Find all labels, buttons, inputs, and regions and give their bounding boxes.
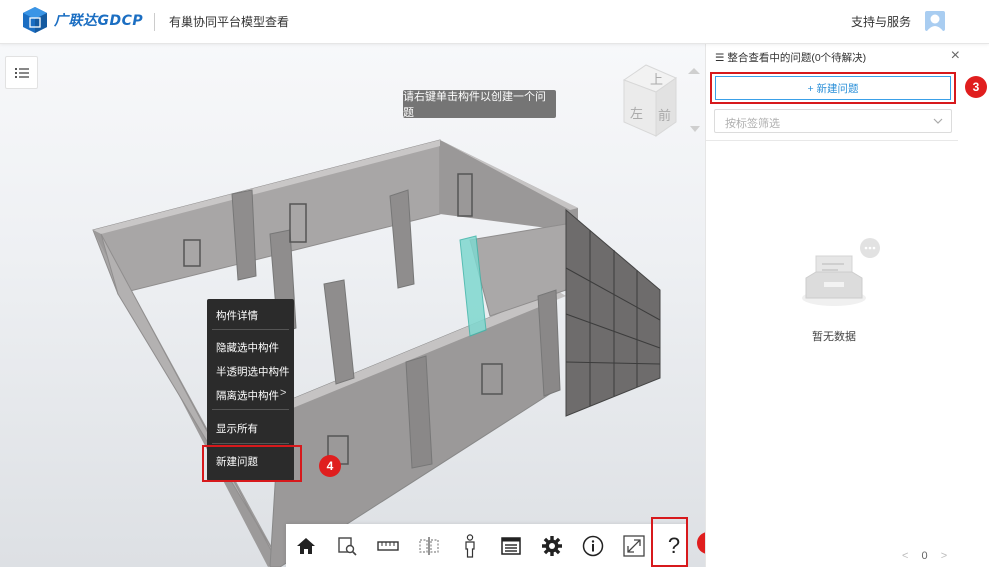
cube-face-front: 前: [658, 108, 671, 124]
pagination: < 0 >: [902, 550, 947, 562]
current-page: 0: [921, 550, 928, 562]
step-badge-3: 3: [965, 76, 987, 98]
settings-button[interactable]: [538, 532, 566, 560]
fullscreen-button[interactable]: [620, 532, 648, 560]
empty-state-text: 暂无数据: [812, 331, 856, 343]
panel-title: ☰ 整合查看中的问题(0个待解决): [715, 52, 867, 64]
highlight-box-new-issue-menu: [202, 445, 302, 482]
measure-icon: [377, 541, 399, 551]
prev-page-button[interactable]: <: [902, 550, 908, 562]
menu-divider: [212, 409, 289, 410]
building-model[interactable]: [0, 44, 705, 567]
section-button[interactable]: [415, 532, 443, 560]
highlight-box-new-issue-button: [710, 72, 956, 104]
cube-home-icon: [688, 68, 700, 74]
avatar[interactable]: [925, 11, 945, 31]
hint-tooltip: 请右键单击构件以创建一个问题: [403, 90, 556, 119]
menu-item-show-all[interactable]: 显示所有: [216, 421, 258, 436]
info-icon: [582, 535, 604, 557]
issue-panel: ☰ 整合查看中的问题(0个待解决) × + 新建问题 按标签筛选 暂无数据 < …: [705, 44, 989, 567]
panel-divider: [706, 140, 958, 141]
info-button[interactable]: [579, 532, 607, 560]
home-button[interactable]: [292, 532, 320, 560]
app-header: 广联达GDCP 有巢协同平台模型查看 支持与服务: [0, 0, 989, 44]
cube-logo-icon: [23, 7, 47, 33]
home-icon: [297, 538, 315, 554]
menu-divider: [212, 443, 289, 444]
model-tree-icon: [501, 537, 521, 555]
model-viewport[interactable]: 请右键单击构件以创建一个问题 上 左 前 构件详情 隐藏选中构件 半透明选中构件…: [0, 44, 705, 567]
user-icon: [927, 14, 943, 31]
area-zoom-button[interactable]: [333, 532, 361, 560]
empty-inbox-icon: [802, 238, 880, 306]
next-page-button[interactable]: >: [941, 550, 947, 562]
logo-text: 广联达GDCP: [54, 13, 144, 29]
chevron-down-icon: [933, 118, 943, 124]
step-badge-4: 4: [319, 455, 341, 477]
section-icon: [419, 537, 439, 555]
chevron-right-icon: >: [280, 387, 287, 399]
support-link[interactable]: 支持与服务: [851, 13, 911, 30]
person-view-button[interactable]: [456, 532, 484, 560]
tag-filter-select[interactable]: 按标签筛选: [714, 109, 952, 133]
menu-item-hide-selected[interactable]: 隐藏选中构件: [216, 340, 279, 355]
menu-divider: [212, 329, 289, 330]
cube-rotate-icon: [690, 126, 700, 132]
bottom-toolbar: ?: [286, 524, 686, 567]
app-title: 有巢协同平台模型查看: [169, 15, 290, 29]
tag-filter-placeholder: 按标签筛选: [725, 118, 780, 130]
menu-item-isolate-selected[interactable]: 隔离选中构件: [216, 388, 279, 403]
cube-face-left: 左: [630, 107, 643, 122]
menu-item-component-details[interactable]: 构件详情: [216, 308, 258, 323]
person-icon: [465, 534, 475, 558]
view-cube[interactable]: 上 左 前: [610, 60, 705, 155]
measure-button[interactable]: [374, 532, 402, 560]
model-tree-button[interactable]: [497, 532, 525, 560]
logo[interactable]: 广联达GDCP: [22, 6, 143, 34]
cube-face-top: 上: [650, 73, 663, 88]
area-zoom-icon: [338, 537, 357, 556]
highlight-box-help-button: [651, 517, 688, 567]
menu-item-translucent-selected[interactable]: 半透明选中构件: [216, 364, 290, 379]
settings-icon: [542, 536, 562, 556]
header-separator: [154, 13, 155, 31]
close-icon[interactable]: ×: [951, 47, 960, 65]
fullscreen-icon: [623, 535, 645, 557]
